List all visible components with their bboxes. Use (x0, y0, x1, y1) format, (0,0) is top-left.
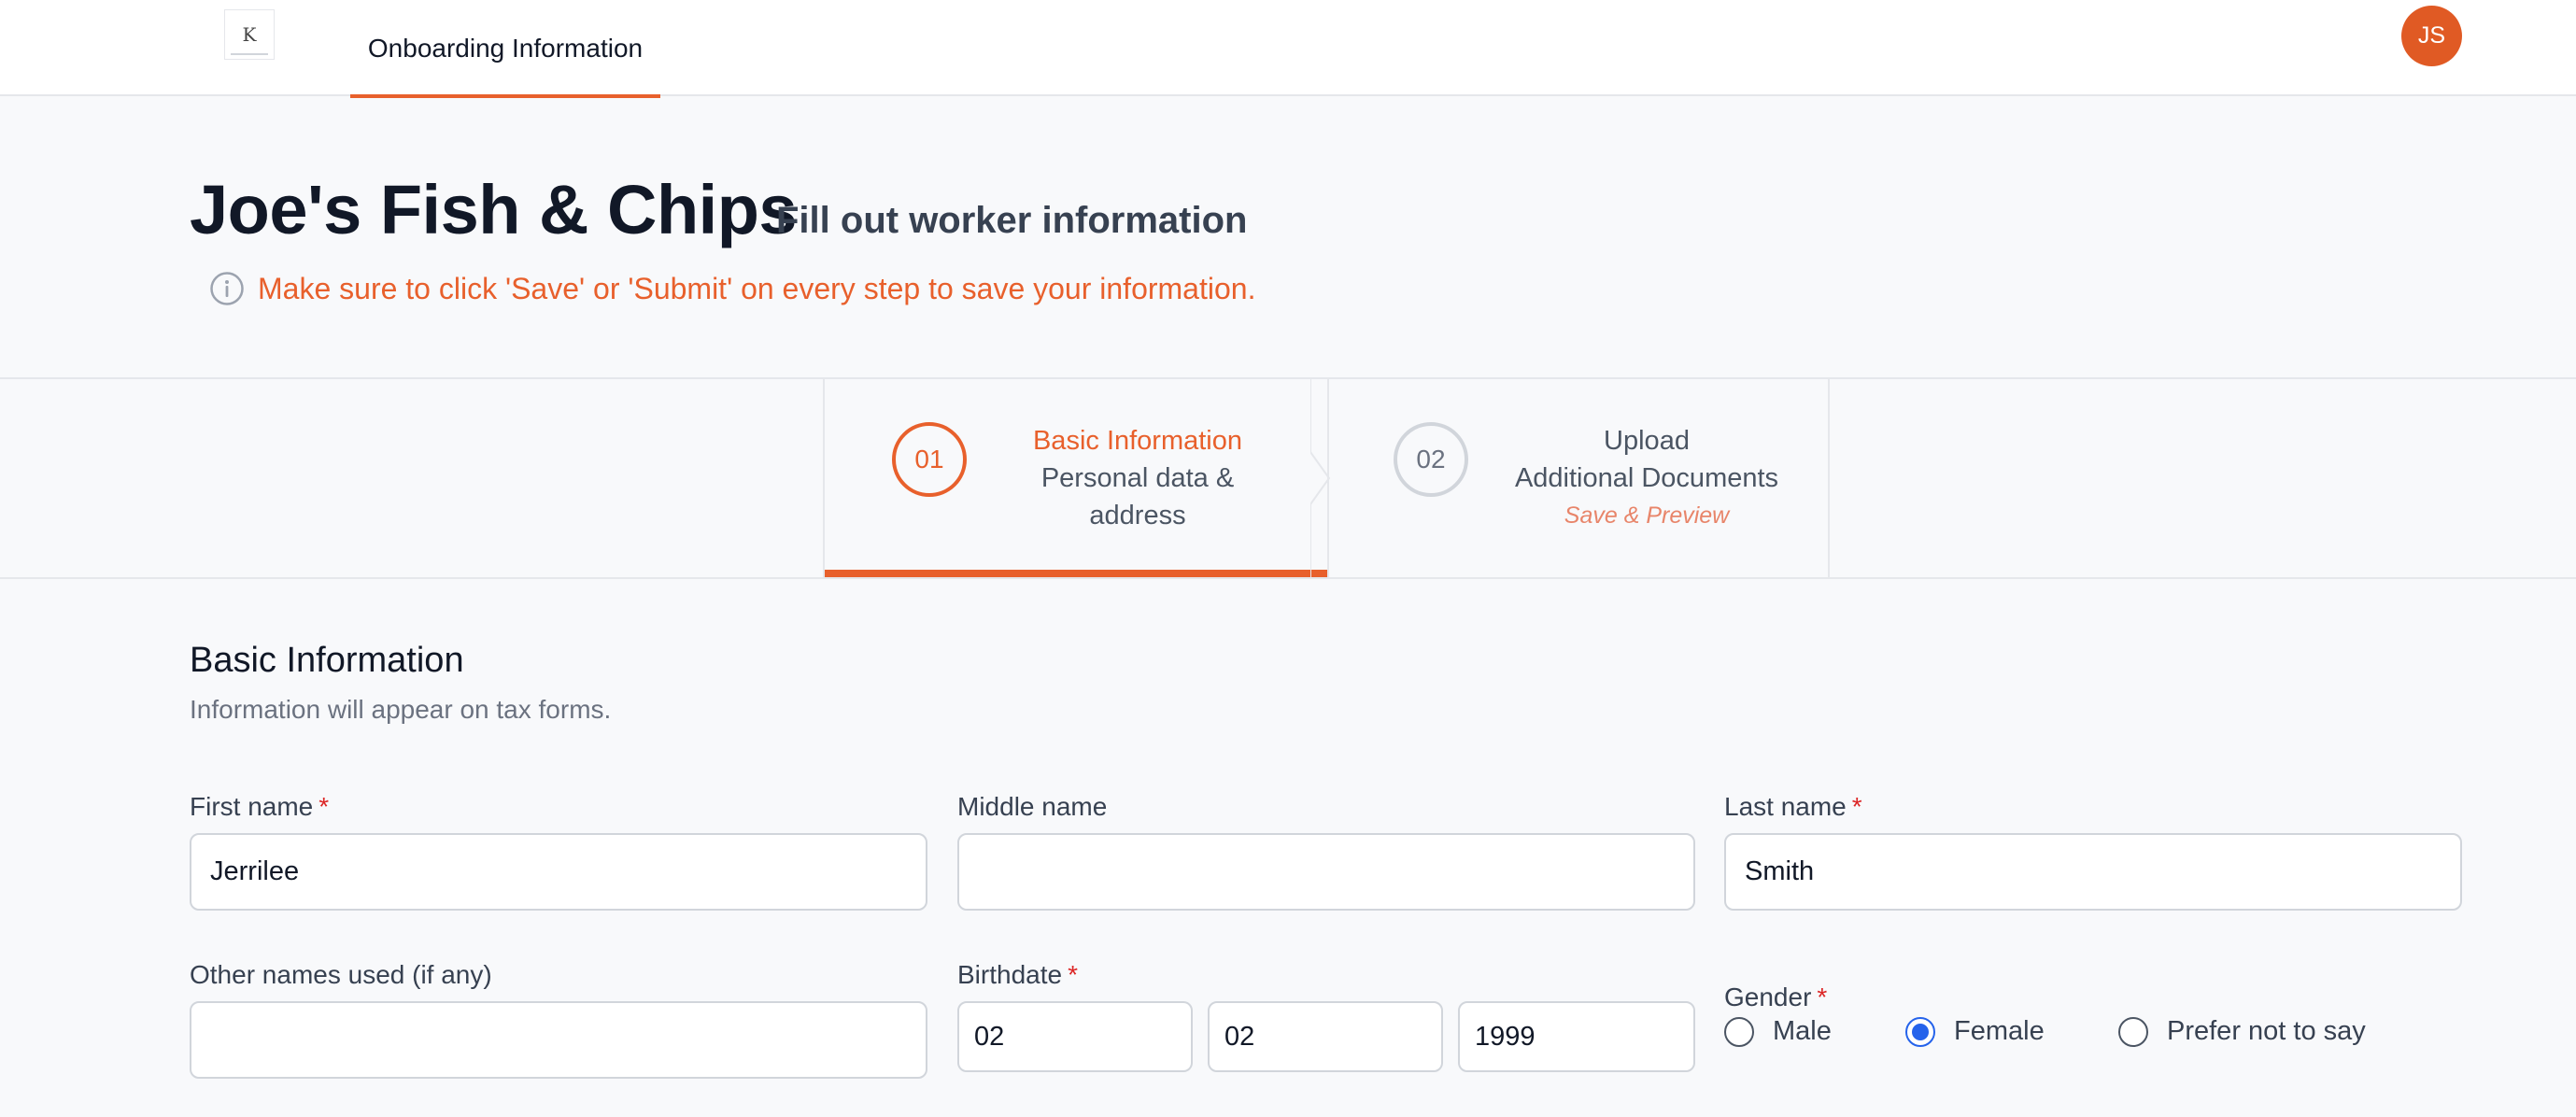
section-title: Basic Information (190, 641, 464, 680)
birthdate-year-input[interactable] (1458, 1001, 1695, 1072)
other-names-input[interactable] (190, 1001, 927, 1079)
required-asterisk: * (318, 792, 330, 821)
top-navbar: K Onboarding Information JS (0, 0, 2576, 98)
last-name-label: Last name * (1724, 792, 1862, 822)
middle-name-label: Middle name (957, 792, 1107, 822)
nav-tab-onboarding[interactable]: Onboarding Information (350, 0, 660, 98)
label-text: Birthdate (957, 960, 1063, 989)
user-avatar[interactable]: JS (2401, 6, 2462, 66)
logo-tagline-line (231, 53, 268, 55)
step-number-circle: 02 (1394, 422, 1468, 497)
company-logo[interactable]: K (224, 9, 275, 60)
last-name-input[interactable] (1724, 833, 2462, 911)
gender-label: Gender * (1724, 983, 1827, 1012)
radio-label: Prefer not to say (2167, 1016, 2366, 1046)
radio-button[interactable] (2118, 1016, 2148, 1047)
step-text: Basic Information Personal data & addres… (1002, 422, 1273, 534)
label-text: Other names used (if any) (190, 960, 492, 989)
step-basic-information[interactable]: 01 Basic Information Personal data & add… (823, 379, 1327, 577)
birthdate-month-input[interactable] (957, 1001, 1193, 1072)
label-text: Gender (1724, 983, 1812, 1011)
gender-option-female[interactable]: Female (1905, 1016, 2045, 1047)
step-hint: Save & Preview (1564, 502, 1730, 529)
company-name: Joe's Fish & Chips (190, 171, 798, 248)
middle-name-input[interactable] (957, 833, 1695, 911)
required-asterisk: * (1817, 983, 1828, 1011)
step-title: Upload (1604, 426, 1690, 456)
radio-label: Female (1954, 1016, 2045, 1046)
page-subtitle: Fill out worker information (776, 200, 1248, 241)
required-asterisk: * (1068, 960, 1078, 989)
first-name-input[interactable] (190, 833, 927, 911)
save-notice: Make sure to click 'Save' or 'Submit' on… (209, 271, 1255, 306)
gender-option-prefer-not-to-say[interactable]: Prefer not to say (2118, 1016, 2366, 1047)
label-text: First name (190, 792, 314, 821)
radio-button[interactable] (1724, 1016, 1754, 1047)
step-number-circle: 01 (892, 422, 967, 497)
step-subtitle: Personal data & address (1040, 463, 1235, 530)
progress-stepper: 01 Basic Information Personal data & add… (0, 377, 2576, 579)
birthdate-label: Birthdate * (957, 960, 1078, 990)
gender-option-male[interactable]: Male (1724, 1016, 1832, 1047)
label-text: Last name (1724, 792, 1847, 821)
label-text: Middle name (957, 792, 1108, 821)
step-subtitle: Additional Documents (1514, 463, 1779, 493)
required-asterisk: * (1851, 792, 1862, 821)
info-icon (210, 272, 244, 305)
step-upload-documents[interactable]: 02 Upload Additional Documents Save & Pr… (1327, 379, 1830, 577)
step-title: Basic Information (1032, 426, 1243, 456)
other-names-label: Other names used (if any) (190, 960, 492, 990)
logo-letter: K (242, 23, 257, 46)
step-text: Upload Additional Documents Save & Previ… (1493, 422, 1801, 534)
notice-text: Make sure to click 'Save' or 'Submit' on… (258, 271, 1256, 305)
section-description: Information will appear on tax forms. (190, 695, 612, 724)
birthdate-day-input[interactable] (1208, 1001, 1443, 1072)
first-name-label: First name * (190, 792, 329, 822)
radio-button-selected[interactable] (1905, 1016, 1935, 1047)
radio-label: Male (1773, 1016, 1832, 1046)
